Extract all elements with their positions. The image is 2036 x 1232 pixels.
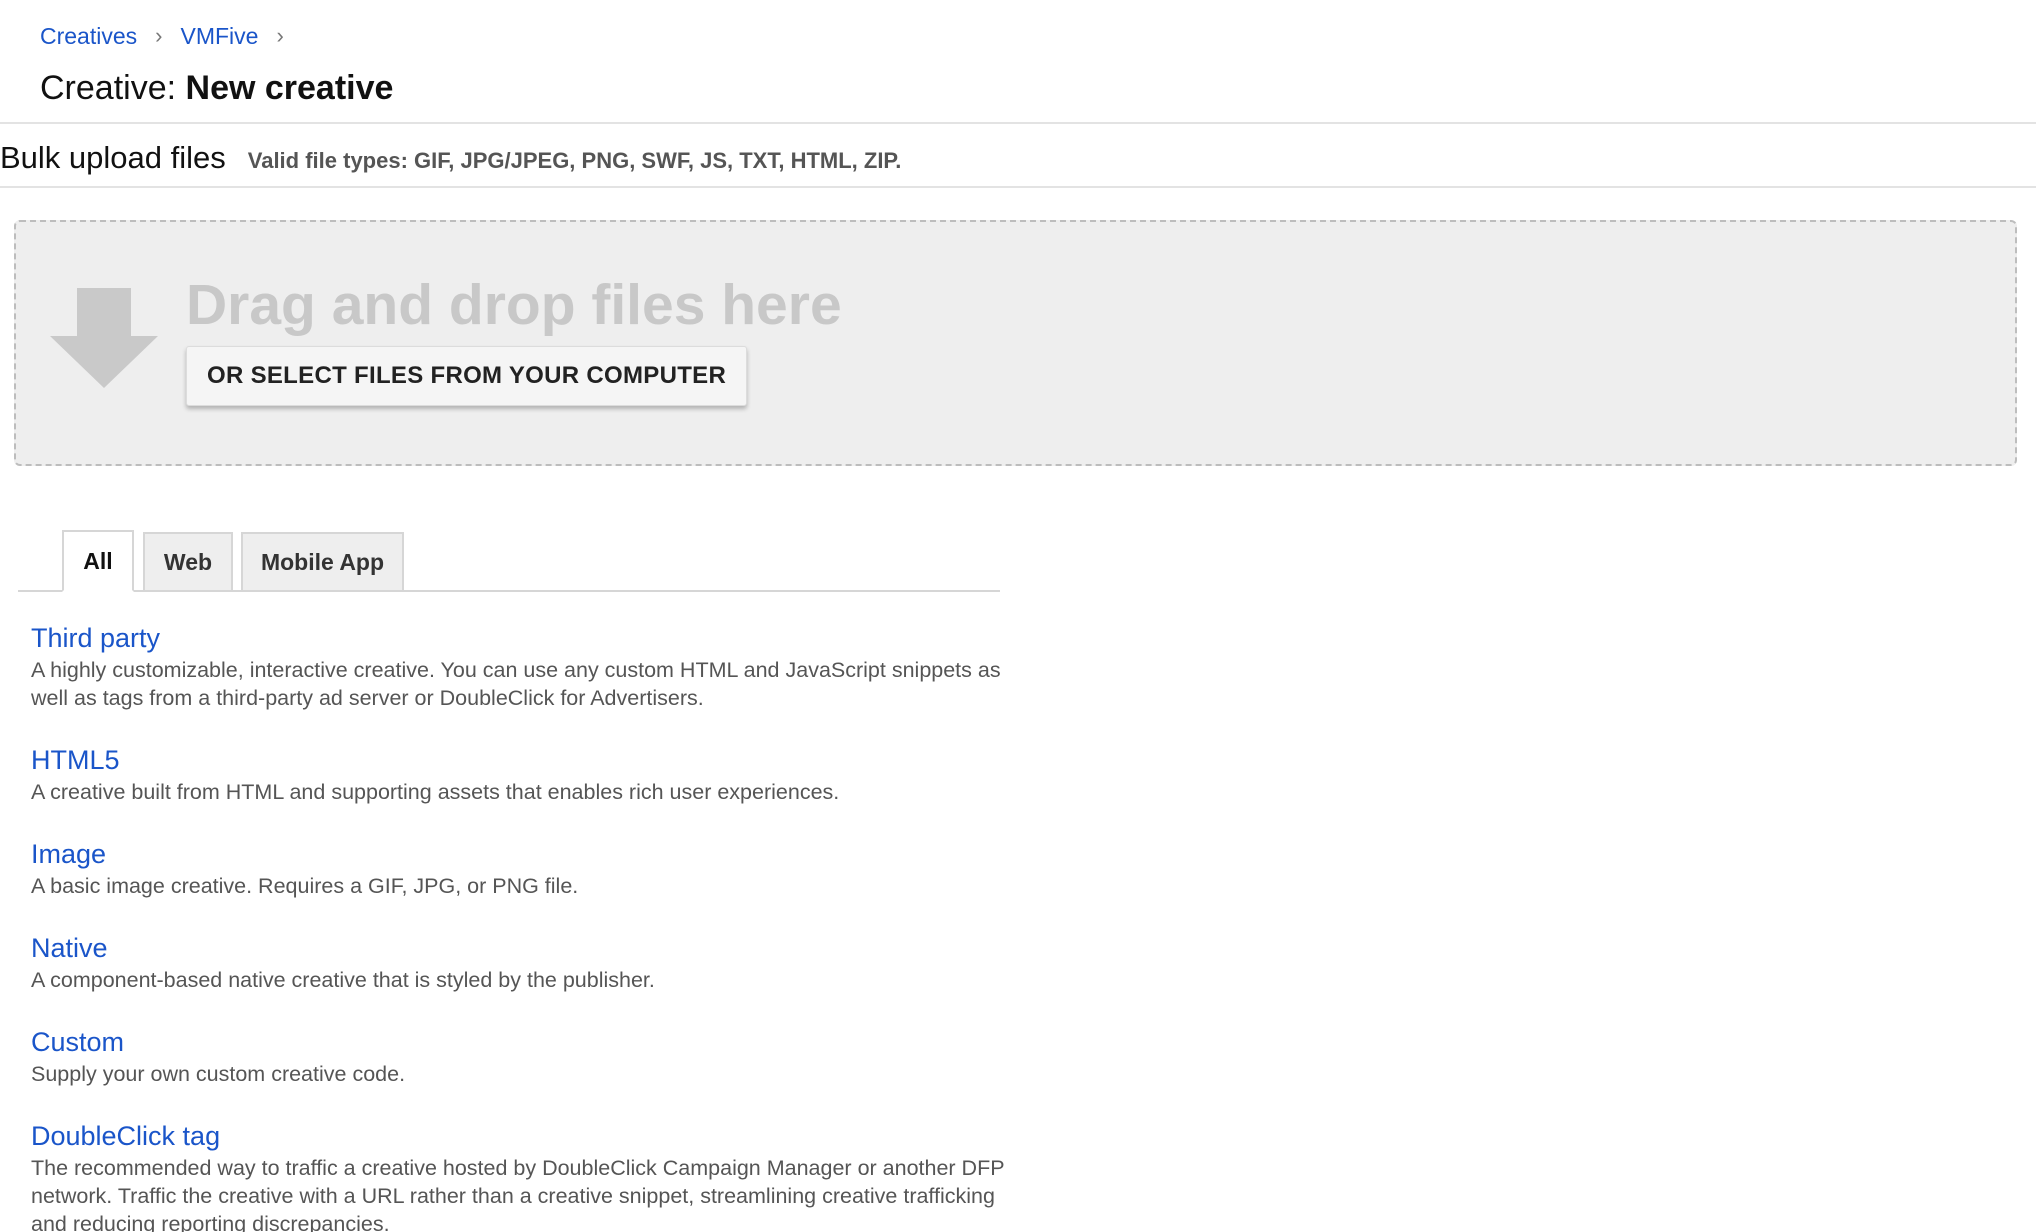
tab-web[interactable]: Web bbox=[143, 532, 233, 592]
tab-all[interactable]: All bbox=[62, 530, 134, 592]
list-item: Native A component-based native creative… bbox=[31, 932, 1011, 994]
select-files-button[interactable]: OR SELECT FILES FROM YOUR COMPUTER bbox=[186, 346, 748, 406]
creative-type-tabs: All Web Mobile App bbox=[18, 530, 1000, 592]
drop-files-text: Drag and drop files here bbox=[186, 273, 842, 337]
page-title-name: New creative bbox=[185, 69, 394, 107]
creative-type-description: The recommended way to traffic a creativ… bbox=[31, 1156, 1005, 1232]
new-creative-page: Creatives › VMFive › Creative: New creat… bbox=[0, 0, 2036, 1232]
list-item: Third party A highly customizable, inter… bbox=[31, 622, 1011, 712]
list-item: Custom Supply your own custom creative c… bbox=[31, 1026, 1011, 1088]
creative-type-native-link[interactable]: Native bbox=[31, 932, 108, 964]
download-arrow-icon bbox=[50, 288, 158, 388]
breadcrumb: Creatives › VMFive › bbox=[40, 22, 1996, 50]
creative-type-description: A component-based native creative that i… bbox=[31, 968, 655, 992]
creative-type-description: Supply your own custom creative code. bbox=[31, 1062, 406, 1086]
bulk-upload-title: Bulk upload files bbox=[0, 140, 226, 175]
creative-type-doubleclick-tag-link[interactable]: DoubleClick tag bbox=[31, 1120, 220, 1152]
list-item: DoubleClick tag The recommended way to t… bbox=[31, 1120, 1011, 1232]
creative-type-third-party-link[interactable]: Third party bbox=[31, 622, 160, 654]
creative-type-description: A highly customizable, interactive creat… bbox=[31, 658, 1001, 710]
breadcrumb-creatives[interactable]: Creatives bbox=[40, 22, 137, 50]
page-header: Creatives › VMFive › Creative: New creat… bbox=[0, 0, 2036, 107]
creative-type-list: Third party A highly customizable, inter… bbox=[31, 622, 1011, 1232]
creative-type-description: A basic image creative. Requires a GIF, … bbox=[31, 874, 579, 898]
bulk-upload-header: Bulk upload files Valid file types: GIF,… bbox=[0, 140, 901, 176]
valid-file-types: Valid file types: GIF, JPG/JPEG, PNG, SW… bbox=[247, 148, 902, 173]
breadcrumb-separator: › bbox=[155, 23, 163, 48]
header-divider bbox=[0, 122, 2036, 124]
page-title: Creative: New creative bbox=[40, 68, 1996, 108]
bulk-upload-divider bbox=[0, 186, 2036, 188]
creative-type-html5-link[interactable]: HTML5 bbox=[31, 744, 120, 776]
file-dropzone[interactable]: Drag and drop files here OR SELECT FILES… bbox=[14, 220, 2017, 466]
list-item: Image A basic image creative. Requires a… bbox=[31, 838, 1011, 900]
creative-type-image-link[interactable]: Image bbox=[31, 838, 106, 870]
tab-mobile-app[interactable]: Mobile App bbox=[241, 532, 404, 592]
breadcrumb-separator: › bbox=[276, 23, 284, 48]
creative-type-description: A creative built from HTML and supportin… bbox=[31, 780, 840, 804]
page-title-prefix: Creative: bbox=[40, 69, 177, 107]
breadcrumb-vmfive[interactable]: VMFive bbox=[180, 22, 258, 50]
creative-type-custom-link[interactable]: Custom bbox=[31, 1026, 124, 1058]
list-item: HTML5 A creative built from HTML and sup… bbox=[31, 744, 1011, 806]
